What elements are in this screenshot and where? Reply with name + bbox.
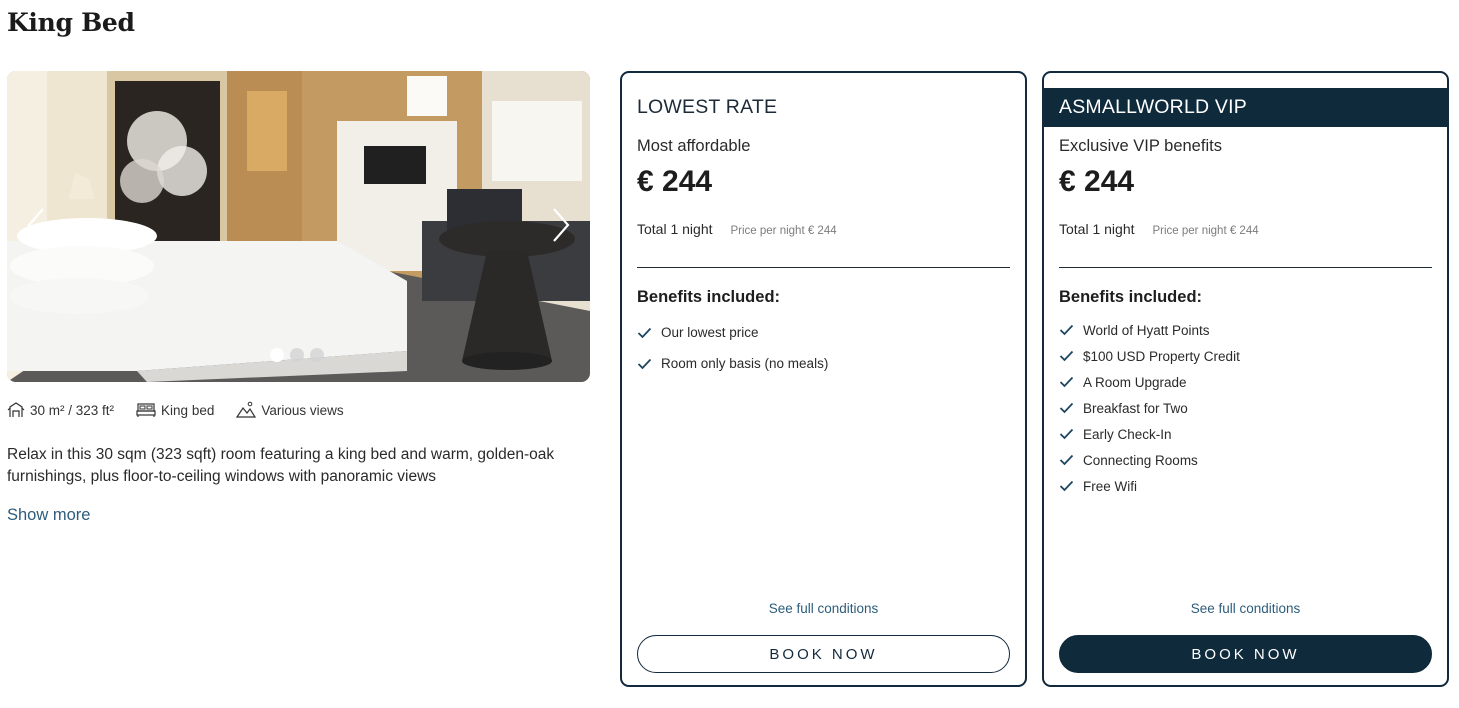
benefit-label: A Room Upgrade xyxy=(1083,374,1187,390)
benefit-item: Early Check-In xyxy=(1059,421,1240,447)
room-description: Relax in this 30 sqm (323 sqft) room fea… xyxy=(7,446,555,485)
benefit-item: World of Hyatt Points xyxy=(1059,317,1240,343)
check-icon xyxy=(1059,454,1074,466)
benefit-item: Our lowest price xyxy=(637,317,828,348)
room-title: King Bed xyxy=(7,8,135,37)
benefit-item: Room only basis (no meals) xyxy=(637,348,828,379)
price-per-night: Price per night € 244 xyxy=(1152,225,1259,237)
benefit-item: Breakfast for Two xyxy=(1059,395,1240,421)
rate-price: € 244 xyxy=(637,165,713,198)
gallery-prev-button[interactable] xyxy=(23,205,49,245)
check-icon xyxy=(1059,350,1074,362)
see-full-conditions-link[interactable]: See full conditions xyxy=(622,601,1025,616)
feature-label: Various views xyxy=(261,402,344,418)
check-icon xyxy=(1059,376,1074,388)
benefit-label: Early Check-In xyxy=(1083,426,1172,442)
check-icon xyxy=(1059,480,1074,492)
rate-total-row: Total 1 night Price per night € 244 xyxy=(637,221,837,237)
benefit-item: Free Wifi xyxy=(1059,473,1240,499)
chevron-left-icon xyxy=(27,208,44,242)
benefit-item: Connecting Rooms xyxy=(1059,447,1240,473)
gallery-dot[interactable] xyxy=(270,348,284,362)
room-photo-gallery[interactable] xyxy=(7,71,590,382)
gallery-dot[interactable] xyxy=(310,348,324,362)
see-full-conditions-link[interactable]: See full conditions xyxy=(1044,601,1447,616)
check-icon xyxy=(1059,428,1074,440)
rate-price: € 244 xyxy=(1059,165,1135,198)
book-now-button[interactable]: BOOK NOW xyxy=(637,635,1010,673)
benefit-item: A Room Upgrade xyxy=(1059,369,1240,395)
rate-header: ASMALLWORLD VIP xyxy=(1044,88,1447,127)
rate-subtitle: Most affordable xyxy=(637,137,751,155)
benefit-label: Connecting Rooms xyxy=(1083,452,1198,468)
benefit-label: Breakfast for Two xyxy=(1083,400,1188,416)
benefits-title: Benefits included: xyxy=(637,288,781,306)
price-per-night: Price per night € 244 xyxy=(730,225,837,237)
show-more-link[interactable]: Show more xyxy=(7,506,90,525)
benefit-list: Our lowest price Room only basis (no mea… xyxy=(637,317,828,379)
benefit-label: Room only basis (no meals) xyxy=(661,356,829,371)
room-features: 30 m² / 323 ft² King bed Various views xyxy=(7,401,366,419)
rate-card-vip: ASMALLWORLD VIP Exclusive VIP benefits €… xyxy=(1042,71,1449,687)
room-photo xyxy=(7,71,590,382)
feature-bed: King bed xyxy=(136,401,214,419)
benefit-label: World of Hyatt Points xyxy=(1083,322,1210,338)
rate-total-row: Total 1 night Price per night € 244 xyxy=(1059,221,1259,237)
bed-icon xyxy=(136,403,156,417)
mountain-view-icon xyxy=(236,401,257,418)
benefits-title: Benefits included: xyxy=(1059,288,1203,306)
rate-card-lowest: LOWEST RATE Most affordable € 244 Total … xyxy=(620,71,1027,687)
benefit-list: World of Hyatt Points $100 USD Property … xyxy=(1059,317,1240,499)
gallery-dot[interactable] xyxy=(290,348,304,362)
check-icon xyxy=(1059,324,1074,336)
feature-room-size: 30 m² / 323 ft² xyxy=(7,401,114,419)
book-now-button[interactable]: BOOK NOW xyxy=(1059,635,1432,673)
feature-label: King bed xyxy=(161,402,215,418)
gallery-next-button[interactable] xyxy=(548,205,574,245)
benefit-item: $100 USD Property Credit xyxy=(1059,343,1240,369)
divider xyxy=(1059,267,1432,268)
total-label: Total 1 night xyxy=(1059,221,1135,237)
benefit-label: $100 USD Property Credit xyxy=(1083,348,1240,364)
divider xyxy=(637,267,1010,268)
chevron-right-icon xyxy=(553,208,570,242)
feature-label: 30 m² / 323 ft² xyxy=(30,402,115,418)
check-icon xyxy=(637,358,652,369)
room-size-icon xyxy=(7,402,25,417)
total-label: Total 1 night xyxy=(637,221,713,237)
gallery-dots xyxy=(270,348,324,362)
check-icon xyxy=(1059,402,1074,414)
rate-header: LOWEST RATE xyxy=(637,96,778,118)
benefit-label: Our lowest price xyxy=(661,325,759,340)
rate-subtitle: Exclusive VIP benefits xyxy=(1059,137,1222,155)
check-icon xyxy=(637,327,652,338)
benefit-label: Free Wifi xyxy=(1083,478,1137,494)
feature-view: Various views xyxy=(236,401,344,419)
